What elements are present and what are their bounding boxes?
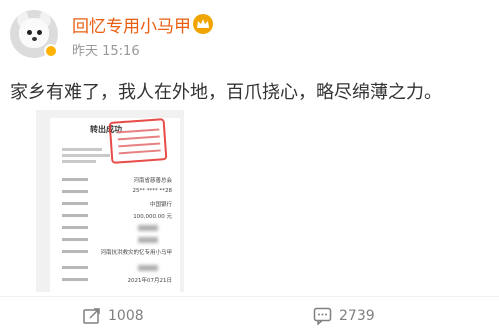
red-stamp-icon: [108, 118, 168, 164]
repost-button[interactable]: 1008: [82, 304, 144, 328]
receipt-image[interactable]: 转出成功 河南省慈善总会 25** **** **28 中国银行 100,000…: [36, 110, 184, 292]
receipt-row: 25** **** **28: [62, 188, 172, 196]
comment-count: 2739: [339, 308, 375, 324]
receipt-row: 中国银行: [62, 200, 172, 208]
receipt-paper: 转出成功 河南省慈善总会 25** **** **28 中国银行 100,000…: [50, 118, 180, 292]
avatar-eye: [27, 30, 32, 35]
repost-icon: [83, 308, 100, 324]
avatar-nose: [32, 37, 37, 41]
blurred-text: [138, 237, 158, 243]
verified-badge-icon: [44, 44, 58, 58]
receipt-row: 河南抗洪救灾的忆专用小马甲: [62, 248, 172, 256]
avatar-face: [19, 18, 49, 48]
comment-icon: [313, 307, 332, 325]
post-text: 家乡有难了，我人在外地，百爪挠心，略尽绵薄之力。: [10, 82, 442, 103]
post-time[interactable]: 昨天 15:16: [72, 40, 140, 59]
repost-count: 1008: [108, 308, 144, 324]
blurred-text: [138, 225, 158, 231]
receipt-row: 河南省慈善总会: [62, 176, 172, 184]
blurred-text: [138, 265, 158, 271]
receipt-subtext: [62, 160, 96, 163]
avatar-eye: [37, 30, 42, 35]
receipt-subtext: [62, 148, 102, 151]
comment-button[interactable]: 2739: [313, 304, 375, 328]
receipt-row: 2021年07月21日: [62, 276, 172, 284]
username[interactable]: 回忆专用小马甲: [72, 12, 191, 37]
divider: [0, 296, 499, 297]
receipt-row: 100,000.00 元: [62, 212, 172, 220]
crown-badge-icon[interactable]: [193, 14, 213, 34]
receipt-subtext: [62, 154, 110, 157]
